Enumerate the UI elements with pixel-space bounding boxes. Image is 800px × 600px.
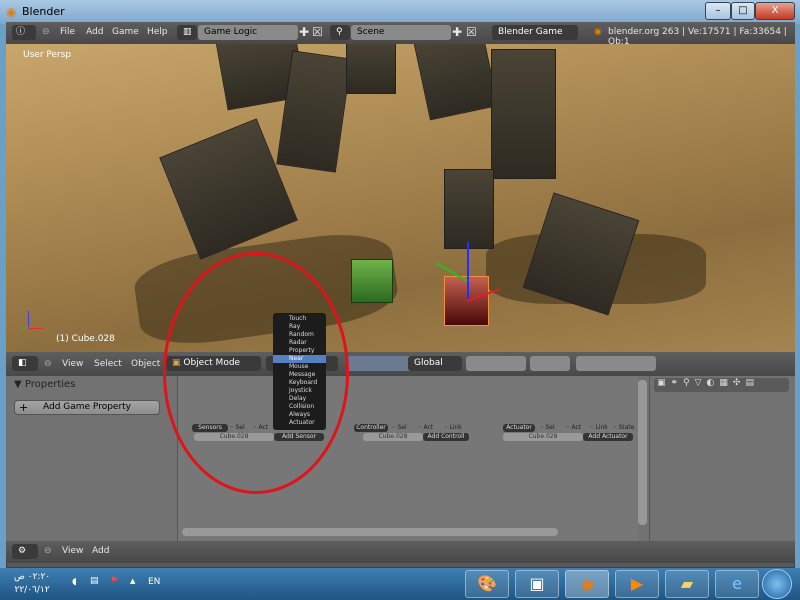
add-actuator-button[interactable]: Add Actuator (583, 433, 633, 441)
actuators-act-checkbox[interactable]: ◦ Act (566, 424, 581, 432)
menu-select[interactable]: Select (94, 359, 122, 369)
logic-editor: ▼ Properties + Add Game Property Sensors… (6, 376, 795, 541)
collapse-icon[interactable]: ⊖ (44, 359, 52, 369)
menu-game[interactable]: Game (112, 27, 139, 37)
screen-layout-field[interactable]: Game Logic (198, 25, 298, 40)
menu-object[interactable]: Object (131, 359, 160, 369)
manipulator-z-axis[interactable] (467, 242, 469, 302)
properties-header[interactable]: ▼ Properties (14, 379, 75, 390)
window-title: Blender (22, 5, 65, 18)
layer-buttons-1[interactable] (466, 356, 526, 371)
paint-taskbar-icon[interactable]: 🎨 (465, 570, 509, 598)
actuators-sel-checkbox[interactable]: ◦ Sel (540, 424, 555, 432)
minimize-button[interactable]: – (705, 2, 731, 20)
editor-type-logic-icon[interactable]: ⚙ (12, 544, 38, 559)
add-controller-button[interactable]: Add Controll (423, 433, 469, 441)
remove-layout-icon[interactable]: ☒ (312, 25, 323, 39)
manipulator-buttons[interactable] (346, 356, 414, 371)
layer-buttons-2[interactable] (530, 356, 570, 371)
actuators-state-checkbox[interactable]: ◦ State (613, 424, 634, 432)
remove-scene-icon[interactable]: ☒ (466, 25, 477, 39)
actuator-object-field[interactable]: Cube.028 (503, 433, 583, 441)
internet-explorer-taskbar-icon[interactable]: e (715, 570, 759, 598)
render-engine-select[interactable]: Blender Game (492, 25, 578, 40)
language-indicator[interactable]: EN (148, 577, 160, 587)
network-icon[interactable]: ▤ (90, 576, 99, 586)
media-player-taskbar-icon[interactable]: ▶ (615, 570, 659, 598)
menu-add[interactable]: Add (92, 546, 109, 556)
controllers-sel-checkbox[interactable]: ◦ Sel (392, 424, 407, 432)
properties-context-panel: ▣⚭⚲▽◐▦✣▤ (649, 376, 795, 541)
show-hidden-icons[interactable]: ▲ (130, 577, 135, 585)
controllers-dropdown[interactable]: Controller (354, 424, 388, 432)
blender-icon: ◉ (594, 27, 602, 37)
controllers-act-checkbox[interactable]: ◦ Act (418, 424, 433, 432)
stone-block (491, 49, 556, 179)
screen-layout-icon[interactable]: ▥ (177, 25, 197, 40)
editor-type-info-icon[interactable]: ⓘ (12, 25, 36, 40)
active-object-label: (1) Cube.028 (56, 334, 115, 344)
collapse-icon[interactable]: ⊖ (44, 546, 52, 556)
vertical-scrollbar[interactable] (638, 380, 647, 525)
action-center-icon[interactable]: ⚑ (110, 576, 118, 586)
view-label: User Persp (23, 50, 72, 60)
stone-block (159, 118, 298, 260)
controller-object-field[interactable]: Cube.028 (363, 433, 423, 441)
close-button[interactable]: X (755, 2, 795, 20)
menu-help[interactable]: Help (147, 27, 168, 37)
3d-view-header: ◧ ⊖ View Select Object ▣ Object Mode Glo… (6, 352, 795, 376)
app-taskbar-icon[interactable]: ▣ (515, 570, 559, 598)
scene-icon[interactable]: ⚲ (330, 25, 350, 40)
plus-icon: + (19, 401, 29, 414)
properties-title: Properties (24, 379, 76, 390)
blender-taskbar-icon[interactable]: ◉ (565, 570, 609, 598)
menu-add[interactable]: Add (86, 27, 103, 37)
horizontal-scrollbar[interactable] (182, 528, 558, 536)
properties-panel: ▼ Properties + Add Game Property (8, 376, 178, 541)
add-layout-icon[interactable]: ✚ (299, 25, 309, 39)
volume-icon[interactable]: ◖ (72, 577, 77, 587)
green-cube[interactable] (351, 259, 393, 303)
stone-block (444, 169, 494, 249)
orientation-select[interactable]: Global (408, 356, 462, 371)
blender-logo-icon: ◉ (6, 5, 17, 19)
menu-view[interactable]: View (62, 546, 83, 556)
actuators-link-checkbox[interactable]: ◦ Link (590, 424, 608, 432)
context-tab-icons[interactable]: ▣⚭⚲▽◐▦✣▤ (654, 378, 789, 392)
logic-header: ⚙ ⊖ View Add (6, 541, 795, 563)
start-button[interactable] (762, 569, 792, 599)
explorer-taskbar-icon[interactable]: ▰ (665, 570, 709, 598)
info-header: ⓘ ⊖ File Add Game Help ▥ Game Logic ✚ ☒ … (6, 22, 795, 47)
window-titlebar: ◉ Blender – □ X (0, 0, 800, 24)
maximize-button[interactable]: □ (731, 2, 755, 20)
snap-buttons[interactable] (576, 356, 656, 371)
taskbar: ٠٢:٢٠ ص ٢٢/٠٦/١٢ ◖ ▤ ⚑ ▲ EN 🎨 ▣ ◉ ▶ ▰ e (0, 568, 800, 600)
collapse-icon[interactable]: ⊖ (42, 27, 50, 37)
add-game-property-button[interactable]: + Add Game Property (14, 400, 160, 415)
add-scene-icon[interactable]: ✚ (452, 25, 462, 39)
editor-type-3dview-icon[interactable]: ◧ (12, 356, 38, 371)
system-clock[interactable]: ٠٢:٢٠ ص ٢٢/٠٦/١٢ (14, 571, 50, 597)
red-annotation-ellipse (163, 252, 349, 494)
stone-block (346, 44, 396, 94)
3d-viewport[interactable]: User Persp (1) Cube.028 (6, 44, 795, 352)
axis-gizmo-icon (20, 309, 50, 334)
controllers-link-checkbox[interactable]: ◦ Link (444, 424, 462, 432)
stone-block (413, 44, 499, 121)
scene-field[interactable]: Scene (351, 25, 451, 40)
menu-file[interactable]: File (60, 27, 75, 37)
menu-view[interactable]: View (62, 359, 83, 369)
actuators-dropdown[interactable]: Actuator (503, 424, 535, 432)
